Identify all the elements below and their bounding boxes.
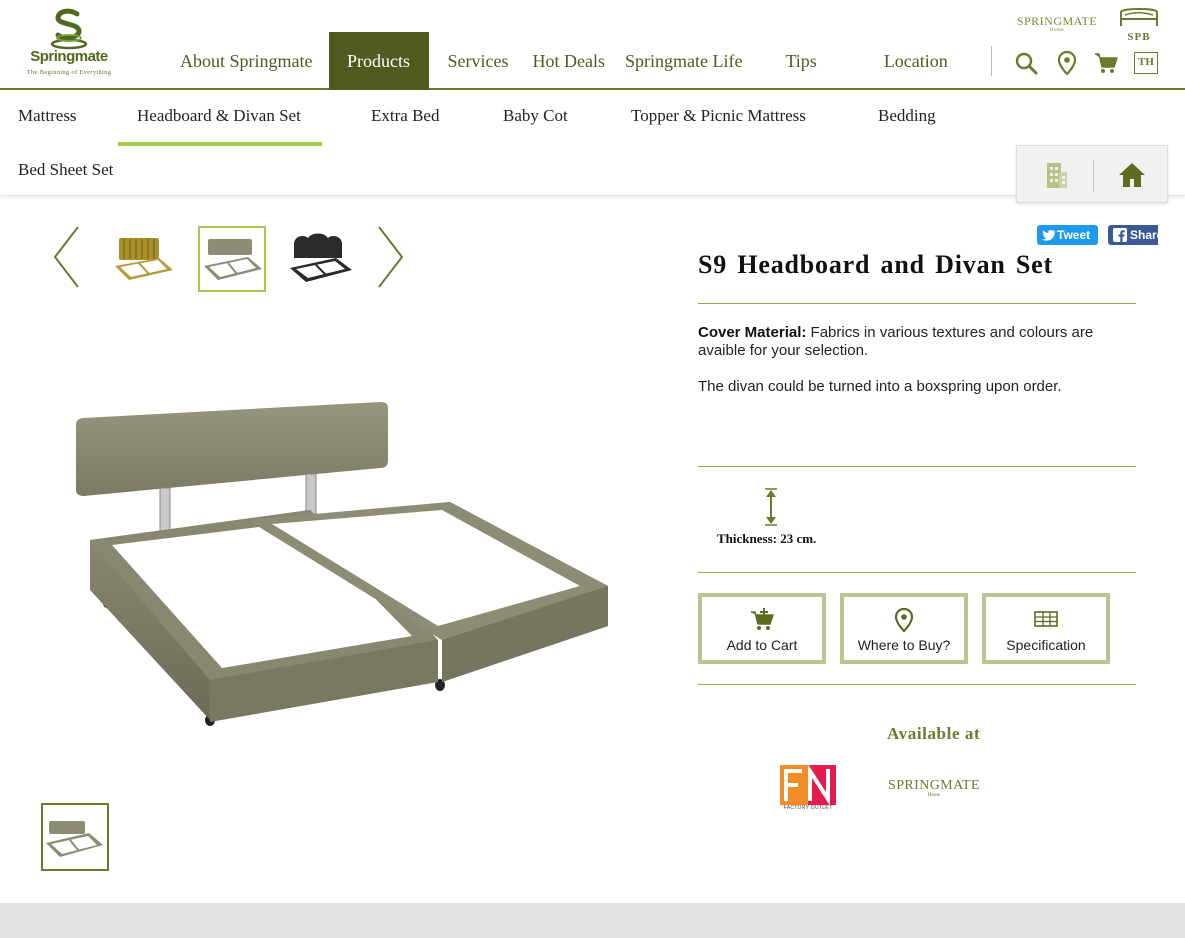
brand-tagline: The Beginning of Everything — [26, 69, 112, 76]
fn-logo-mark — [780, 765, 836, 805]
divider-actions — [698, 684, 1136, 685]
bed-thumbnail-black-icon — [290, 233, 352, 282]
nav-about[interactable]: About Springmate — [168, 32, 325, 90]
quick-links-panel — [1016, 145, 1168, 203]
nav-hot-deals[interactable]: Hot Deals — [520, 32, 616, 90]
product-cover-material: Cover Material: Fabrics in various textu… — [698, 324, 1138, 360]
gallery-prev-arrow-icon[interactable] — [52, 225, 82, 289]
site-header: Springmate The Beginning of Everything A… — [0, 0, 1185, 90]
quick-links-divider — [1093, 160, 1094, 192]
subnav-baby-cot[interactable]: Baby Cot — [503, 106, 568, 126]
nav-products[interactable]: Products — [328, 32, 429, 90]
nav-services[interactable]: Services — [436, 32, 521, 90]
product-title: S9 Headboard and Divan Set — [698, 250, 1053, 279]
facebook-share-button[interactable]: Share — [1108, 225, 1158, 245]
nav-tips[interactable]: Tips — [773, 32, 828, 90]
divider-description — [698, 466, 1136, 467]
springmate-home-retailer-logo[interactable]: SPRINGMATE Home — [884, 778, 984, 798]
add-to-cart-label: Add to Cart — [726, 637, 798, 653]
cover-material-label: Cover Material: — [698, 324, 807, 341]
building-icon[interactable] — [1041, 160, 1071, 190]
home-icon[interactable] — [1117, 160, 1147, 190]
footer-band — [0, 903, 1185, 938]
fn-logo-sub: FACTORY OUTLET — [783, 805, 833, 811]
divider-title — [698, 303, 1136, 304]
springmate-home-link[interactable]: SPRINGMATE Home — [1014, 14, 1100, 33]
bed-thumbnail-gold-icon — [115, 238, 173, 280]
gallery-thumb-taupe[interactable] — [198, 226, 266, 292]
subnav-mattress[interactable]: Mattress — [18, 106, 77, 126]
bottom-thumbnail[interactable] — [41, 803, 109, 871]
product-note: The divan could be turned into a boxspri… — [698, 378, 1062, 395]
where-to-buy-button[interactable]: Where to Buy? — [840, 593, 968, 664]
bed-thumbnail-small-icon — [46, 821, 103, 857]
spb-bed-icon — [1120, 8, 1158, 26]
tweet-button[interactable]: Tweet — [1037, 225, 1098, 245]
divider-thickness — [698, 572, 1136, 573]
available-at-heading: Available at — [887, 724, 981, 743]
language-th-button[interactable]: TH — [1134, 52, 1158, 74]
cart-icon — [751, 608, 774, 630]
main-nav: About Springmate Products Services Hot D… — [168, 32, 960, 90]
subnav-extra-bed[interactable]: Extra Bed — [371, 106, 439, 126]
add-to-cart-button[interactable]: Add to Cart — [698, 593, 826, 664]
twitter-bird-icon — [1042, 229, 1056, 241]
product-category-nav: Mattress Headboard & Divan Set Extra Bed… — [0, 90, 1185, 196]
tweet-label: Tweet — [1057, 228, 1091, 242]
facebook-f-icon — [1113, 228, 1127, 242]
gallery-thumb-black[interactable] — [286, 226, 354, 292]
subnav-bed-sheet-set[interactable]: Bed Sheet Set — [18, 160, 113, 180]
nav-location[interactable]: Location — [872, 32, 960, 90]
fn-factory-outlet-logo[interactable]: FACTORY OUTLET — [780, 765, 836, 813]
bed-thumbnail-taupe-icon — [204, 239, 262, 280]
specification-label: Specification — [1006, 637, 1086, 653]
spec-table-icon — [1034, 611, 1058, 627]
subnav-bedding[interactable]: Bedding — [878, 106, 936, 126]
spb-label: SPB — [1127, 31, 1151, 43]
subnav-headboard-divan[interactable]: Headboard & Divan Set — [118, 106, 322, 146]
brand-name: Springmate — [30, 48, 108, 65]
springmate-home-retailer-name: SPRINGMATE — [888, 778, 980, 793]
search-icon[interactable] — [1013, 50, 1039, 76]
springmate-swirl-icon — [50, 8, 88, 50]
gallery-thumb-gold[interactable] — [109, 226, 177, 292]
thickness-arrow-icon — [765, 488, 777, 526]
where-to-buy-label: Where to Buy? — [857, 637, 951, 653]
springmate-home-name: SPRINGMATE — [1016, 14, 1098, 28]
thickness-label: Thickness: 23 cm. — [717, 531, 817, 546]
subnav-topper-picnic[interactable]: Topper & Picnic Mattress — [631, 106, 806, 126]
location-pin-icon — [894, 607, 914, 633]
nav-divider — [991, 46, 992, 76]
springmate-logo[interactable]: Springmate The Beginning of Everything — [14, 8, 124, 84]
cart-icon[interactable] — [1093, 50, 1119, 76]
spb-logo[interactable]: SPB — [1116, 6, 1162, 43]
location-pin-icon[interactable] — [1054, 50, 1080, 76]
facebook-share-label: Share — [1130, 228, 1158, 242]
product-main-image — [76, 402, 608, 726]
gallery-next-arrow-icon[interactable] — [375, 225, 405, 289]
specification-button[interactable]: Specification — [982, 593, 1110, 664]
nav-springmate-life[interactable]: Springmate Life — [613, 32, 754, 90]
